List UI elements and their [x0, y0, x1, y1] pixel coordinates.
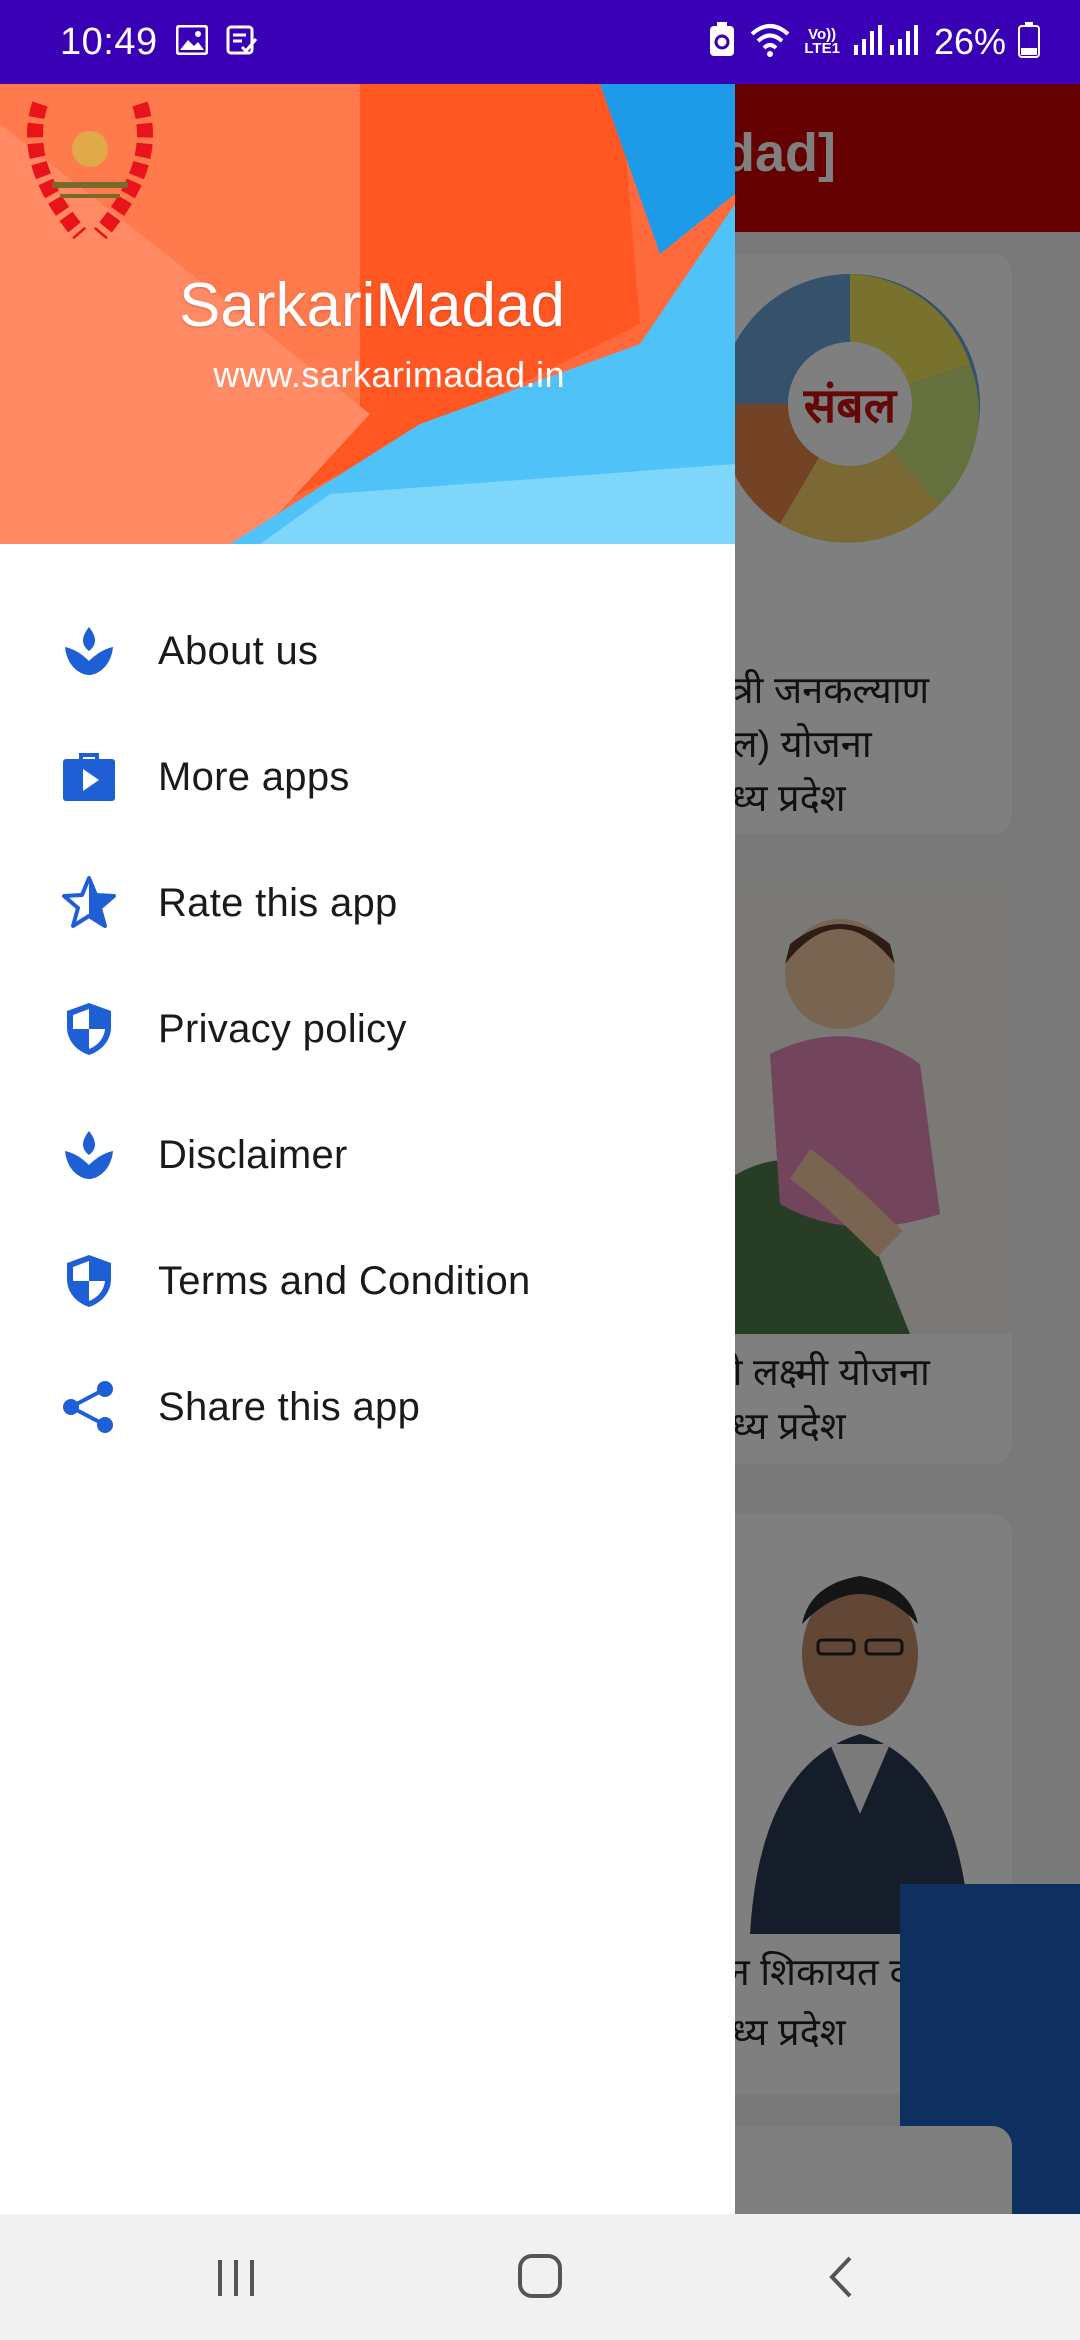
menu-item-label: Rate this app	[158, 880, 398, 925]
shield-icon	[60, 1252, 118, 1310]
menu-item-label: Disclaimer	[158, 1132, 348, 1177]
menu-item-label: More apps	[158, 754, 350, 799]
gallery-icon	[175, 24, 209, 60]
app-logo-icon	[27, 101, 153, 240]
battery-icon	[1018, 21, 1040, 63]
menu-item-disclaimer[interactable]: Disclaimer	[0, 1092, 735, 1218]
star-icon	[60, 874, 118, 932]
home-icon[interactable]	[510, 2252, 570, 2302]
brand-url[interactable]: www.sarkarimadad.in	[213, 354, 565, 396]
menu-item-about-us[interactable]: About us	[0, 588, 735, 714]
network-label-bottom: LTE1	[804, 40, 840, 57]
navigation-drawer: SarkariMadad www.sarkarimadad.in About u…	[0, 84, 735, 2214]
shield-icon	[60, 1000, 118, 1058]
play-bag-icon	[60, 748, 118, 806]
status-time: 10:49	[60, 20, 158, 63]
menu-item-share-this-app[interactable]: Share this app	[0, 1344, 735, 1470]
menu-item-terms-and-condition[interactable]: Terms and Condition	[0, 1218, 735, 1344]
status-bar: 10:49 Vo)) LTE1 26%	[0, 0, 1080, 84]
signal-icon	[852, 23, 922, 62]
brand-name: SarkariMadad	[179, 271, 565, 340]
menu-item-privacy-policy[interactable]: Privacy policy	[0, 966, 735, 1092]
recent-apps-icon[interactable]	[206, 2252, 266, 2302]
battery-saver-icon	[708, 21, 736, 63]
network-label: Vo)) LTE1	[804, 27, 840, 57]
menu-item-more-apps[interactable]: More apps	[0, 714, 735, 840]
lotus-icon	[60, 1126, 118, 1184]
drawer-menu: About us More apps Rate this app Privacy…	[0, 588, 735, 1470]
menu-item-rate-this-app[interactable]: Rate this app	[0, 840, 735, 966]
menu-item-label: Share this app	[158, 1384, 421, 1429]
menu-item-label: Terms and Condition	[158, 1258, 531, 1303]
wifi-icon	[748, 22, 792, 63]
lotus-icon	[60, 622, 118, 680]
share-icon	[60, 1378, 118, 1436]
drawer-header: SarkariMadad www.sarkarimadad.in	[0, 84, 735, 544]
menu-item-label: About us	[158, 628, 319, 673]
back-icon[interactable]	[812, 2252, 872, 2302]
system-navigation-bar	[0, 2214, 1080, 2340]
menu-item-label: Privacy policy	[158, 1006, 407, 1051]
screen: 10:49 Vo)) LTE1 26% SarkariMadad www.sar…	[0, 0, 1080, 2340]
battery-percent: 26%	[933, 21, 1006, 62]
note-icon	[226, 25, 258, 60]
